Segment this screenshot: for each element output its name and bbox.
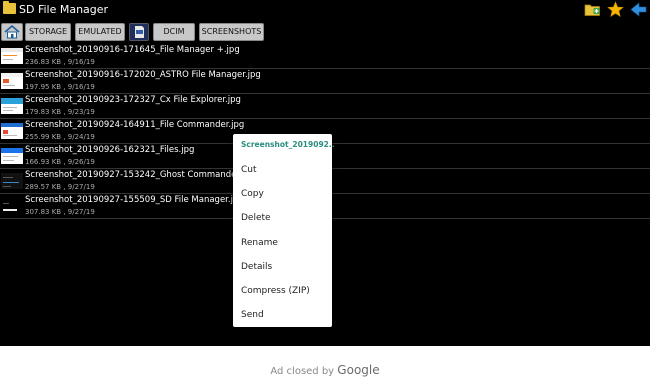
back-arrow-icon[interactable]	[630, 1, 647, 18]
file-thumbnail	[1, 123, 23, 139]
ad-closed-text: Ad closed by Google	[0, 363, 650, 377]
star-icon[interactable]	[607, 1, 624, 18]
breadcrumb: STORAGE EMULATED DCIM SCREENSHOTS	[0, 20, 650, 44]
file-meta: 255.99 KB , 9/24/19	[25, 133, 95, 141]
file-name: Screenshot_20190927-153242_Ghost Command…	[25, 170, 255, 180]
new-folder-icon[interactable]	[584, 1, 601, 18]
home-button[interactable]	[1, 23, 23, 41]
ad-closed-label: Ad closed by	[270, 366, 335, 377]
file-name: Screenshot_20190924-164911_File Commande…	[25, 120, 245, 130]
breadcrumb-emulated[interactable]: EMULATED	[75, 23, 125, 41]
breadcrumb-storage[interactable]: STORAGE	[25, 23, 71, 41]
file-meta: 179.83 KB , 9/23/19	[25, 108, 95, 116]
home-icon	[4, 24, 20, 39]
menu-item-compress-zip[interactable]: Compress (ZIP)	[241, 286, 310, 296]
file-meta: 236.83 KB , 9/16/19	[25, 58, 95, 66]
menu-item-copy[interactable]: Copy	[241, 189, 264, 199]
file-thumbnail	[1, 48, 23, 64]
list-item[interactable]: Screenshot_20190916-172020_ASTRO File Ma…	[0, 69, 650, 94]
context-menu-title: Screenshot_2019092..	[241, 140, 335, 149]
file-name: Screenshot_20190916-172020_ASTRO File Ma…	[25, 70, 261, 80]
breadcrumb-dcim[interactable]: DCIM	[153, 23, 195, 41]
title-bar: SD File Manager	[0, 0, 650, 20]
breadcrumb-sd-card[interactable]	[129, 23, 149, 41]
file-meta: 197.95 KB , 9/16/19	[25, 83, 95, 91]
file-name: Screenshot_20190923-172327_Cx File Explo…	[25, 95, 241, 105]
menu-item-rename[interactable]: Rename	[241, 238, 278, 248]
file-thumbnail	[1, 73, 23, 89]
list-item[interactable]: Screenshot_20190923-172327_Cx File Explo…	[0, 94, 650, 119]
menu-item-cut[interactable]: Cut	[241, 165, 257, 175]
file-thumbnail	[1, 148, 23, 164]
menu-item-delete[interactable]: Delete	[241, 213, 271, 223]
file-name: Screenshot_20190916-171645_File Manager …	[25, 45, 240, 55]
file-name: Screenshot_20190926-162321_Files.jpg	[25, 145, 195, 155]
app-title: SD File Manager	[19, 3, 109, 16]
folder-icon	[3, 1, 16, 14]
file-thumbnail	[1, 173, 23, 189]
context-menu: Screenshot_2019092.. Cut Copy Delete Ren…	[233, 134, 335, 327]
file-thumbnail	[1, 98, 23, 114]
file-name: Screenshot_20190927-155509_SD File Manag…	[25, 195, 244, 205]
menu-item-details[interactable]: Details	[241, 262, 272, 272]
breadcrumb-screenshots[interactable]: SCREENSHOTS	[199, 23, 264, 41]
sd-card-icon	[135, 26, 144, 38]
list-item[interactable]: Screenshot_20190916-171645_File Manager …	[0, 44, 650, 69]
file-meta: 289.57 KB , 9/27/19	[25, 183, 95, 191]
file-thumbnail	[1, 198, 23, 214]
file-meta: 166.93 KB , 9/26/19	[25, 158, 95, 166]
file-meta: 307.83 KB , 9/27/19	[25, 208, 95, 216]
menu-item-send[interactable]: Send	[241, 310, 264, 320]
ad-banner: Ad closed by Google	[0, 346, 650, 392]
google-logo: Google	[337, 363, 380, 377]
